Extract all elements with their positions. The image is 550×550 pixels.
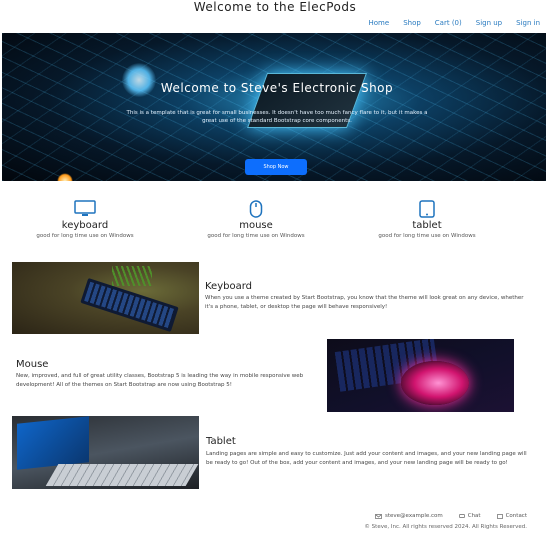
footer-chat-text: Chat	[467, 513, 481, 519]
mail-icon	[375, 513, 382, 519]
section-title-tablet: Tablet	[206, 436, 236, 447]
mouse-shape	[401, 361, 469, 405]
footer-email-link[interactable]: steve@example.com	[375, 513, 443, 519]
chat-icon	[458, 513, 465, 518]
mouse-image	[327, 339, 514, 412]
feature-desc: good for long time use on Windows	[207, 233, 305, 239]
feature-desc: good for long time use on Windows	[378, 233, 476, 239]
section-title-mouse: Mouse	[16, 359, 49, 370]
contact-icon	[496, 513, 503, 519]
main-nav: Home Shop Cart (0) Sign up Sign in	[369, 19, 540, 27]
footer-chat-link[interactable]: Chat	[458, 513, 481, 519]
mouse-icon	[171, 200, 341, 218]
section-title-keyboard: Keyboard	[205, 281, 253, 292]
feature-title: tablet	[412, 220, 442, 231]
shop-now-button[interactable]: Shop Now	[245, 159, 307, 175]
section-text-tablet: Landing pages are simple and easy to cus…	[206, 451, 527, 466]
keyboard-shape	[80, 277, 179, 333]
nav-home-link[interactable]: Home	[369, 19, 390, 27]
footer-links: steve@example.com Chat Contact	[375, 513, 527, 519]
hero-subtitle: This is a template that is great for sma…	[126, 110, 428, 124]
feature-title: mouse	[239, 220, 273, 231]
feature-title: keyboard	[61, 220, 109, 231]
hero-banner: Welcome to Steve's Electronic Shop This …	[2, 33, 546, 181]
footer-contact-text: Contact	[505, 513, 527, 519]
laptop-keyboard	[45, 464, 199, 486]
monitor-icon	[0, 200, 170, 218]
feature-desc: good for long time use on Windows	[36, 233, 134, 239]
nav-signup-link[interactable]: Sign up	[476, 19, 502, 27]
nav-cart-link[interactable]: Cart (0)	[435, 19, 462, 27]
hero-title: Welcome to Steve's Electronic Shop	[160, 81, 394, 95]
copyright-text: © Steve, Inc. All rights reserved 2024. …	[364, 524, 527, 530]
feature-tablet: tablet good for long time use on Windows	[342, 200, 512, 239]
grass-decor	[112, 266, 152, 286]
tablet-icon	[342, 200, 512, 218]
section-text-keyboard: When you use a theme created by Start Bo…	[205, 295, 524, 310]
section-text-mouse: New, improved, and full of great utility…	[16, 373, 304, 388]
feature-mouse: mouse good for long time use on Windows	[171, 200, 341, 239]
footer-contact-link[interactable]: Contact	[496, 513, 527, 519]
nav-signin-link[interactable]: Sign in	[516, 19, 540, 27]
site-title: Welcome to the ElecPods	[193, 0, 357, 14]
footer-email-text: steve@example.com	[385, 513, 443, 519]
nav-shop-link[interactable]: Shop	[403, 19, 421, 27]
tablet-screen	[17, 416, 89, 470]
feature-keyboard: keyboard good for long time use on Windo…	[0, 200, 170, 239]
top-navbar: Welcome to the ElecPods Home Shop Cart (…	[0, 0, 550, 32]
tablet-image	[12, 416, 199, 489]
keyboard-image	[12, 262, 199, 334]
